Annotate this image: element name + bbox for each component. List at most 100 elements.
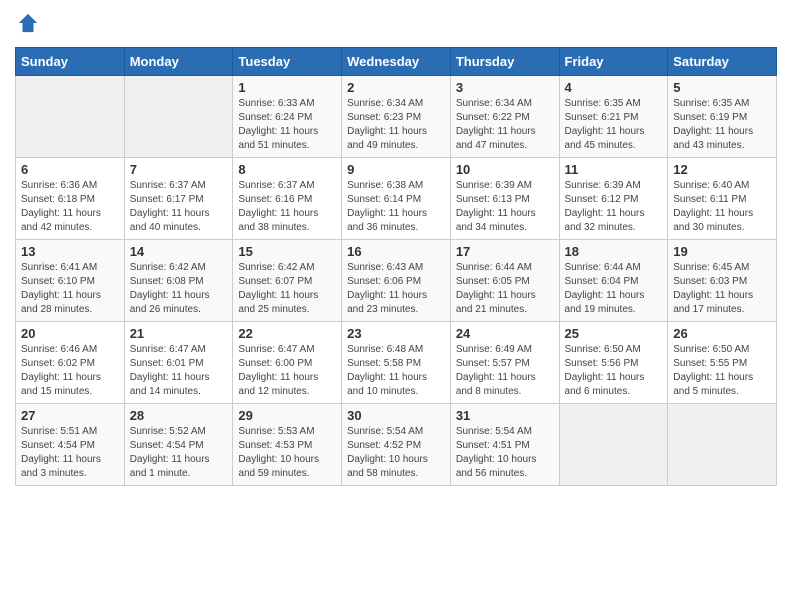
calendar-body: 1Sunrise: 6:33 AM Sunset: 6:24 PM Daylig…: [16, 76, 777, 486]
header-cell-saturday: Saturday: [668, 48, 777, 76]
day-number: 9: [347, 162, 445, 177]
day-info: Sunrise: 5:53 AM Sunset: 4:53 PM Dayligh…: [238, 425, 336, 481]
day-number: 2: [347, 80, 445, 95]
calendar-cell: 15 Sunrise: 6:42 AM Sunset: 6:07 PM Dayli…: [233, 240, 342, 322]
header-cell-friday: Friday: [559, 48, 668, 76]
calendar-cell: 29Sunrise: 5:53 AM Sunset: 4:53 PM Dayli…: [233, 404, 342, 486]
day-number: 28: [130, 408, 228, 423]
day-number: 4: [565, 80, 663, 95]
calendar-cell: 10 Sunrise: 6:39 AM Sunset: 6:13 PM Dayli…: [450, 158, 559, 240]
day-number: 14: [130, 244, 228, 259]
calendar-cell: 30 Sunrise: 5:54 AM Sunset: 4:52 PM Dayli…: [342, 404, 451, 486]
calendar-cell: 19 Sunrise: 6:45 AM Sunset: 6:03 PM Dayli…: [668, 240, 777, 322]
calendar-cell: 26Sunrise: 6:50 AM Sunset: 5:55 PM Dayli…: [668, 322, 777, 404]
day-info: Sunrise: 6:39 AM Sunset: 6:12 PM Dayligh…: [565, 179, 663, 235]
day-info: Sunrise: 6:40 AM Sunset: 6:11 PM Dayligh…: [673, 179, 771, 235]
day-number: 12: [673, 162, 771, 177]
week-row-5: 27 Sunrise: 5:51 AM Sunset: 4:54 PM Dayli…: [16, 404, 777, 486]
day-info: Sunrise: 5:54 AM Sunset: 4:52 PM Dayligh…: [347, 425, 445, 481]
day-number: 11: [565, 162, 663, 177]
day-info: Sunrise: 6:42 AM Sunset: 6:07 PM Dayligh…: [238, 261, 336, 317]
day-info: Sunrise: 6:48 AM Sunset: 5:58 PM Dayligh…: [347, 343, 445, 399]
day-number: 19: [673, 244, 771, 259]
day-info: Sunrise: 6:46 AM Sunset: 6:02 PM Dayligh…: [21, 343, 119, 399]
day-info: Sunrise: 5:51 AM Sunset: 4:54 PM Dayligh…: [21, 425, 119, 481]
day-info: Sunrise: 5:54 AM Sunset: 4:51 PM Dayligh…: [456, 425, 554, 481]
header-cell-tuesday: Tuesday: [233, 48, 342, 76]
week-row-4: 20 Sunrise: 6:46 AM Sunset: 6:02 PM Dayli…: [16, 322, 777, 404]
calendar-cell: 22 Sunrise: 6:47 AM Sunset: 6:00 PM Dayli…: [233, 322, 342, 404]
calendar-cell: 12 Sunrise: 6:40 AM Sunset: 6:11 PM Dayli…: [668, 158, 777, 240]
day-number: 10: [456, 162, 554, 177]
calendar-cell: 6 Sunrise: 6:36 AM Sunset: 6:18 PM Daylig…: [16, 158, 125, 240]
day-number: 17: [456, 244, 554, 259]
day-number: 23: [347, 326, 445, 341]
week-row-2: 6 Sunrise: 6:36 AM Sunset: 6:18 PM Daylig…: [16, 158, 777, 240]
week-row-1: 1Sunrise: 6:33 AM Sunset: 6:24 PM Daylig…: [16, 76, 777, 158]
calendar-header: SundayMondayTuesdayWednesdayThursdayFrid…: [16, 48, 777, 76]
day-number: 22: [238, 326, 336, 341]
day-number: 21: [130, 326, 228, 341]
calendar-cell: 17 Sunrise: 6:44 AM Sunset: 6:05 PM Dayli…: [450, 240, 559, 322]
day-info: Sunrise: 6:37 AM Sunset: 6:17 PM Dayligh…: [130, 179, 228, 235]
day-number: 24: [456, 326, 554, 341]
calendar-cell: [559, 404, 668, 486]
calendar-cell: [16, 76, 125, 158]
header-row: SundayMondayTuesdayWednesdayThursdayFrid…: [16, 48, 777, 76]
logo-icon: [17, 12, 39, 34]
calendar-cell: 1Sunrise: 6:33 AM Sunset: 6:24 PM Daylig…: [233, 76, 342, 158]
calendar-cell: 18Sunrise: 6:44 AM Sunset: 6:04 PM Dayli…: [559, 240, 668, 322]
day-info: Sunrise: 6:39 AM Sunset: 6:13 PM Dayligh…: [456, 179, 554, 235]
calendar-cell: 4Sunrise: 6:35 AM Sunset: 6:21 PM Daylig…: [559, 76, 668, 158]
header-cell-thursday: Thursday: [450, 48, 559, 76]
day-info: Sunrise: 6:47 AM Sunset: 6:01 PM Dayligh…: [130, 343, 228, 399]
calendar-cell: 23 Sunrise: 6:48 AM Sunset: 5:58 PM Dayli…: [342, 322, 451, 404]
page-header: [15, 10, 777, 39]
calendar-cell: 11 Sunrise: 6:39 AM Sunset: 6:12 PM Dayli…: [559, 158, 668, 240]
day-number: 20: [21, 326, 119, 341]
calendar-cell: 31Sunrise: 5:54 AM Sunset: 4:51 PM Dayli…: [450, 404, 559, 486]
calendar-cell: 9 Sunrise: 6:38 AM Sunset: 6:14 PM Daylig…: [342, 158, 451, 240]
day-info: Sunrise: 6:34 AM Sunset: 6:23 PM Dayligh…: [347, 97, 445, 153]
calendar-cell: 21 Sunrise: 6:47 AM Sunset: 6:01 PM Dayli…: [124, 322, 233, 404]
day-info: Sunrise: 6:36 AM Sunset: 6:18 PM Dayligh…: [21, 179, 119, 235]
header-cell-monday: Monday: [124, 48, 233, 76]
day-info: Sunrise: 6:37 AM Sunset: 6:16 PM Dayligh…: [238, 179, 336, 235]
logo: [15, 16, 39, 39]
calendar-cell: [124, 76, 233, 158]
day-number: 6: [21, 162, 119, 177]
calendar-cell: [668, 404, 777, 486]
day-info: Sunrise: 6:44 AM Sunset: 6:04 PM Dayligh…: [565, 261, 663, 317]
day-number: 25: [565, 326, 663, 341]
calendar-cell: 28 Sunrise: 5:52 AM Sunset: 4:54 PM Dayli…: [124, 404, 233, 486]
calendar-cell: 3 Sunrise: 6:34 AM Sunset: 6:22 PM Daylig…: [450, 76, 559, 158]
day-number: 5: [673, 80, 771, 95]
day-info: Sunrise: 6:49 AM Sunset: 5:57 PM Dayligh…: [456, 343, 554, 399]
day-info: Sunrise: 6:47 AM Sunset: 6:00 PM Dayligh…: [238, 343, 336, 399]
day-info: Sunrise: 6:44 AM Sunset: 6:05 PM Dayligh…: [456, 261, 554, 317]
day-info: Sunrise: 6:34 AM Sunset: 6:22 PM Dayligh…: [456, 97, 554, 153]
day-info: Sunrise: 6:38 AM Sunset: 6:14 PM Dayligh…: [347, 179, 445, 235]
calendar-cell: 24 Sunrise: 6:49 AM Sunset: 5:57 PM Dayli…: [450, 322, 559, 404]
day-info: Sunrise: 6:43 AM Sunset: 6:06 PM Dayligh…: [347, 261, 445, 317]
day-info: Sunrise: 6:50 AM Sunset: 5:56 PM Dayligh…: [565, 343, 663, 399]
calendar-cell: 20 Sunrise: 6:46 AM Sunset: 6:02 PM Dayli…: [16, 322, 125, 404]
header-cell-sunday: Sunday: [16, 48, 125, 76]
day-info: Sunrise: 5:52 AM Sunset: 4:54 PM Dayligh…: [130, 425, 228, 481]
day-number: 1: [238, 80, 336, 95]
day-number: 30: [347, 408, 445, 423]
day-info: Sunrise: 6:50 AM Sunset: 5:55 PM Dayligh…: [673, 343, 771, 399]
calendar-cell: 5 Sunrise: 6:35 AM Sunset: 6:19 PM Daylig…: [668, 76, 777, 158]
calendar-cell: 25 Sunrise: 6:50 AM Sunset: 5:56 PM Dayli…: [559, 322, 668, 404]
calendar-cell: 16Sunrise: 6:43 AM Sunset: 6:06 PM Dayli…: [342, 240, 451, 322]
day-info: Sunrise: 6:45 AM Sunset: 6:03 PM Dayligh…: [673, 261, 771, 317]
calendar-cell: 13Sunrise: 6:41 AM Sunset: 6:10 PM Dayli…: [16, 240, 125, 322]
calendar-cell: 7Sunrise: 6:37 AM Sunset: 6:17 PM Daylig…: [124, 158, 233, 240]
day-number: 3: [456, 80, 554, 95]
day-number: 27: [21, 408, 119, 423]
day-info: Sunrise: 6:35 AM Sunset: 6:19 PM Dayligh…: [673, 97, 771, 153]
day-number: 15: [238, 244, 336, 259]
calendar-cell: 27 Sunrise: 5:51 AM Sunset: 4:54 PM Dayli…: [16, 404, 125, 486]
day-info: Sunrise: 6:42 AM Sunset: 6:08 PM Dayligh…: [130, 261, 228, 317]
calendar-cell: 8Sunrise: 6:37 AM Sunset: 6:16 PM Daylig…: [233, 158, 342, 240]
